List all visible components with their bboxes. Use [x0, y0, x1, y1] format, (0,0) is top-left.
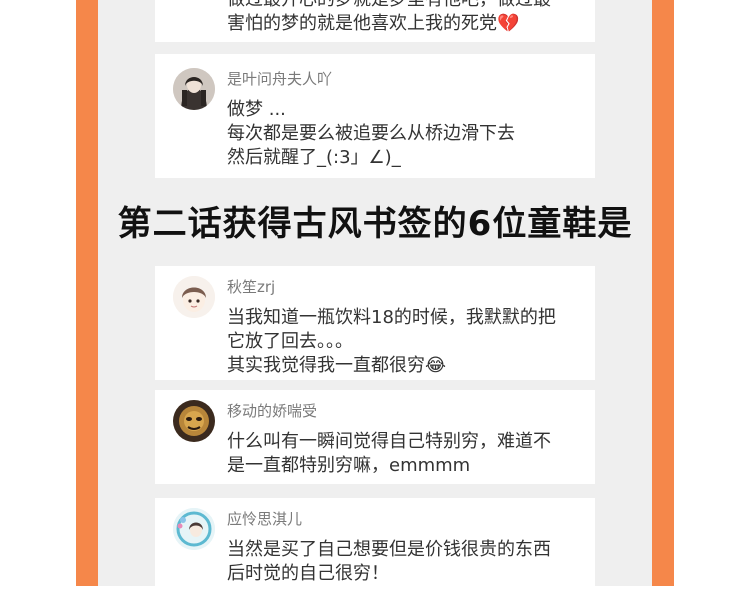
- comment-line: 当然是买了自己想要但是价钱很贵的东西: [227, 539, 551, 560]
- comment-text: 当我知道一瓶饮料18的时候，我默默的把 它放了回去。。。 其实我觉得我一直都很穷…: [227, 306, 587, 378]
- username[interactable]: 移动的娇喘受: [227, 400, 317, 421]
- laughing-tears-emoji: 😂: [425, 355, 447, 376]
- comment-line: 是一直都特别穷嘛，emmmm: [227, 455, 471, 476]
- comment-text: 什么叫有一瞬间觉得自己特别穷，难道不 是一直都特别穷嘛，emmmm: [227, 430, 587, 478]
- comment-card: 是叶问舟夫人吖 做梦 ... 每次都是要么被追要么从桥边滑下去 然后就醒了_(:…: [155, 54, 595, 178]
- comment-line: 然后就醒了_(:3」∠)_: [227, 147, 401, 168]
- comment-text: 做过最开心的梦就是梦里有他吧，做过最 害怕的梦的就是他喜欢上我的死党💔: [227, 0, 587, 36]
- avatar[interactable]: [173, 276, 215, 318]
- comment-card: 秋笙zrj 当我知道一瓶饮料18的时候，我默默的把 它放了回去。。。 其实我觉得…: [155, 266, 595, 380]
- comment-line: 后时觉的自己很穷！: [227, 563, 389, 584]
- username[interactable]: 是叶问舟夫人吖: [227, 68, 332, 89]
- username[interactable]: 应怜思淇儿: [227, 508, 302, 529]
- comment-card: 移动的娇喘受 什么叫有一瞬间觉得自己特别穷，难道不 是一直都特别穷嘛，emmmm: [155, 390, 595, 484]
- winners-headline: 第二话获得古风书签的6位童鞋是: [117, 204, 633, 244]
- avatar[interactable]: [173, 400, 215, 442]
- comment-line: 每次都是要么被追要么从桥边滑下去: [227, 123, 515, 144]
- comment-line: 做过最开心的梦就是梦里有他吧，做过最: [227, 0, 587, 12]
- comment-line: 什么叫有一瞬间觉得自己特别穷，难道不: [227, 431, 551, 452]
- avatar[interactable]: [173, 68, 215, 110]
- comment-line: 害怕的梦的就是他喜欢上我的死党💔: [227, 13, 520, 34]
- comment-text: 当然是买了自己想要但是价钱很贵的东西 后时觉的自己很穷！: [227, 538, 587, 586]
- comment-line: 做梦 ...: [227, 99, 286, 120]
- comment-card: 应怜思淇儿 当然是买了自己想要但是价钱很贵的东西 后时觉的自己很穷！: [155, 498, 595, 598]
- left-orange-border: [76, 0, 98, 586]
- comment-line: 它放了回去。。。: [227, 331, 353, 352]
- comment-line: 其实我觉得我一直都很穷😂: [227, 355, 447, 376]
- comment-text: 做梦 ... 每次都是要么被追要么从桥边滑下去 然后就醒了_(:3」∠)_: [227, 98, 587, 170]
- comment-card: 做过最开心的梦就是梦里有他吧，做过最 害怕的梦的就是他喜欢上我的死党💔: [155, 0, 595, 42]
- username[interactable]: 秋笙zrj: [227, 276, 275, 297]
- right-orange-border: [652, 0, 674, 586]
- avatar[interactable]: [173, 508, 215, 550]
- comment-line: 当我知道一瓶饮料18的时候，我默默的把: [227, 307, 556, 328]
- broken-heart-emoji: 💔: [497, 13, 520, 34]
